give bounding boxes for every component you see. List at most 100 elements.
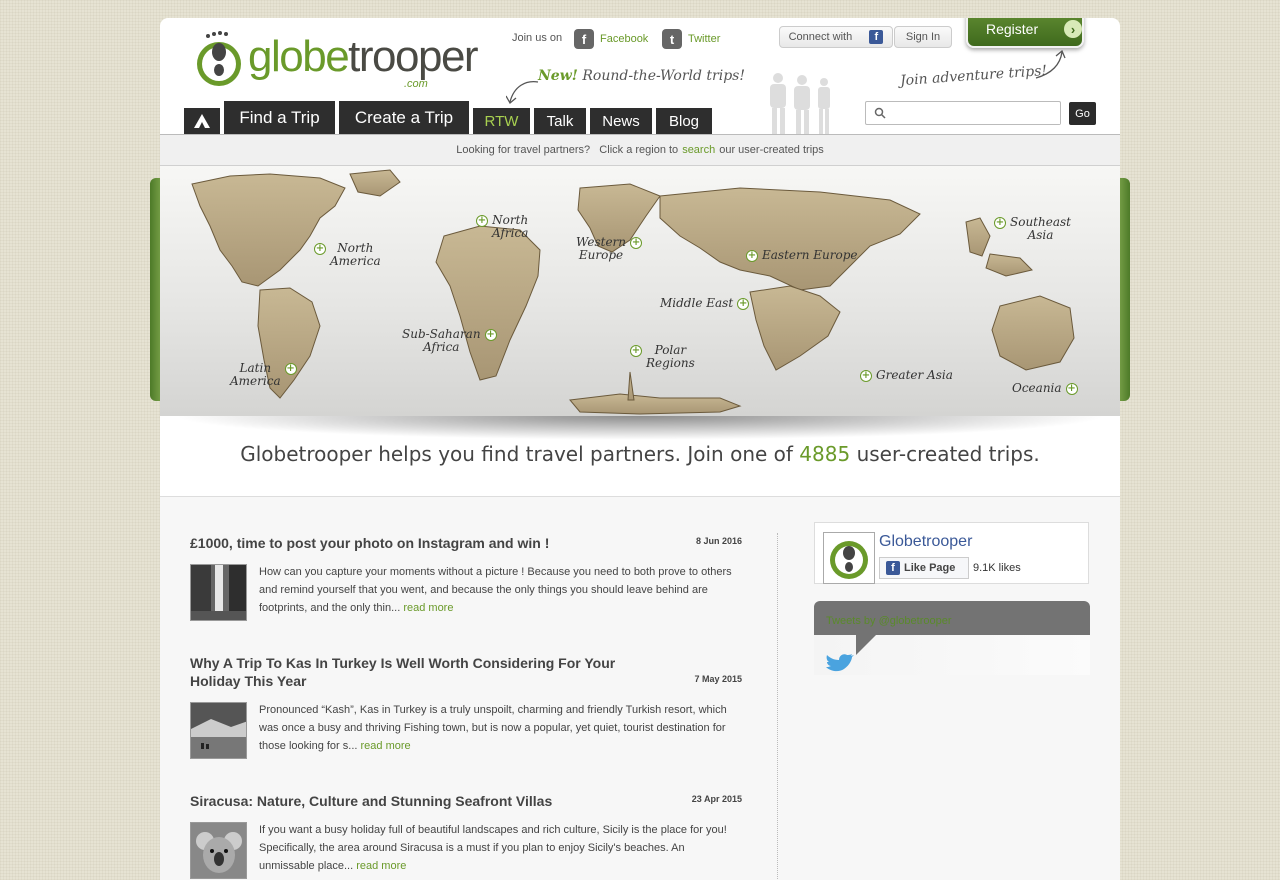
sign-in-button[interactable]: Sign In xyxy=(894,26,952,48)
register-button[interactable]: Register › xyxy=(966,18,1084,48)
hikers-silhouette-image xyxy=(770,73,830,134)
plus-icon: + xyxy=(746,250,758,262)
nav-tab-news[interactable]: News xyxy=(590,108,652,134)
article-thumbnail[interactable] xyxy=(190,702,247,759)
map-shadow xyxy=(172,416,1108,440)
twitter-bird-icon[interactable] xyxy=(824,653,854,675)
rtw-promo-note[interactable]: New! Round-the-World trips! xyxy=(538,68,745,84)
tweets-by-link[interactable]: Tweets by @globetrooper xyxy=(826,615,952,627)
map-region-greater-asia[interactable]: + Greater Asia xyxy=(860,369,953,382)
article-item: Siracusa: Nature, Culture and Stunning S… xyxy=(190,792,742,880)
trip-count: 4885 xyxy=(799,442,851,466)
article-date: 8 Jun 2016 xyxy=(695,536,742,546)
lake-photo xyxy=(191,703,246,758)
connect-label: Connect with xyxy=(788,31,853,43)
map-region-western-europe[interactable]: + Western Europe xyxy=(576,235,643,262)
region-line1: Sub-Saharan xyxy=(402,327,481,341)
nav-tab-create-a-trip[interactable]: Create a Trip xyxy=(339,101,469,134)
region-line2: Europe xyxy=(578,248,624,262)
waterfall-photo xyxy=(191,565,246,620)
region-line1: North xyxy=(492,213,529,227)
read-more-link[interactable]: read more xyxy=(403,602,453,614)
twitter-link[interactable]: t Twitter xyxy=(662,28,720,50)
tagline-suffix: user-created trips. xyxy=(856,442,1040,466)
facebook-icon: f xyxy=(574,29,594,49)
nav-tab-talk[interactable]: Talk xyxy=(534,108,586,134)
facebook-page-widget: Globetrooper f Like Page 9.1K likes xyxy=(814,522,1089,584)
article-excerpt: Pronounced “Kash”, Kas in Turkey is a tr… xyxy=(259,701,742,755)
curved-arrow-up-icon xyxy=(1035,50,1066,79)
search-box[interactable] xyxy=(865,101,1061,125)
article-date: 23 Apr 2015 xyxy=(691,794,742,804)
article-date: 7 May 2015 xyxy=(694,674,742,684)
map-region-latin-america[interactable]: + Latin America xyxy=(230,362,297,388)
plus-icon: + xyxy=(476,215,488,227)
nav-tab-find-a-trip[interactable]: Find a Trip xyxy=(224,101,335,134)
tagline-prefix: Globetrooper helps you find travel partn… xyxy=(240,442,793,466)
read-more-link[interactable]: read more xyxy=(361,740,411,752)
article-thumbnail[interactable] xyxy=(190,822,247,879)
facebook-link[interactable]: f Facebook xyxy=(574,28,648,50)
join-us-text: Join us on xyxy=(512,32,563,44)
plus-icon: + xyxy=(314,243,326,255)
twitter-widget-header: Tweets by @globetrooper xyxy=(814,601,1090,635)
search-icon xyxy=(874,107,886,119)
facebook-label: Facebook xyxy=(600,33,649,45)
article-excerpt: How can you capture your moments without… xyxy=(259,563,742,617)
region-line2: Africa xyxy=(492,226,529,240)
notice-search-link[interactable]: search xyxy=(682,144,715,156)
boot-print-logo-icon[interactable] xyxy=(196,30,242,90)
article-excerpt-text: Pronounced “Kash”, Kas in Turkey is a tr… xyxy=(259,704,727,752)
plus-icon: + xyxy=(737,298,750,310)
plus-icon: + xyxy=(1065,383,1078,395)
facebook-square-icon: f xyxy=(869,30,884,44)
region-line1: Greater Asia xyxy=(876,368,953,382)
region-line2: Asia xyxy=(1027,228,1054,242)
article-excerpt-text: How can you capture your moments without… xyxy=(259,566,732,614)
map-region-north-africa[interactable]: + North Africa xyxy=(476,214,528,240)
notice-suffix: our user-created trips xyxy=(719,144,824,156)
connect-facebook-button[interactable]: Connect with f xyxy=(779,26,893,48)
plus-icon: + xyxy=(860,370,872,382)
register-label: Register xyxy=(986,21,1039,37)
go-button[interactable]: Go xyxy=(1069,102,1096,125)
plus-icon: + xyxy=(630,345,642,357)
region-line1: Western xyxy=(576,235,627,249)
article-title[interactable]: Siracusa: Nature, Culture and Stunning S… xyxy=(190,792,660,810)
region-line2: America xyxy=(230,374,281,388)
curved-arrow-icon xyxy=(506,80,539,104)
article-thumbnail[interactable] xyxy=(190,564,247,621)
news-section: £1000, time to post your photo on Instag… xyxy=(160,496,1120,880)
map-region-southeast-asia[interactable]: + Southeast Asia xyxy=(994,216,1071,242)
facebook-like-button[interactable]: f Like Page xyxy=(879,557,969,579)
article-item: £1000, time to post your photo on Instag… xyxy=(190,534,742,634)
map-region-oceania[interactable]: + Oceania xyxy=(1012,382,1078,395)
region-line1: Middle East xyxy=(660,296,734,310)
map-region-eastern-europe[interactable]: + Eastern Europe xyxy=(746,249,858,262)
search-input[interactable] xyxy=(890,104,1060,124)
column-divider xyxy=(777,533,778,880)
region-line1: Southeast xyxy=(1010,215,1071,229)
like-label: Like Page xyxy=(904,562,956,574)
map-region-sub-saharan-africa[interactable]: + Sub-Saharan Africa xyxy=(402,328,497,354)
map-region-polar-regions[interactable]: + Polar Regions xyxy=(630,344,695,370)
map-region-north-america[interactable]: + North America xyxy=(314,242,381,268)
nav-tab-rtw[interactable]: RTW xyxy=(473,108,530,134)
logo-wordmark[interactable]: globetrooper xyxy=(248,32,479,82)
article-title[interactable]: Why A Trip To Kas In Turkey Is Well Wort… xyxy=(190,654,660,690)
article-item: Why A Trip To Kas In Turkey Is Well Wort… xyxy=(190,654,742,764)
speech-pointer xyxy=(856,635,876,655)
map-region-middle-east[interactable]: + Middle East xyxy=(660,296,750,310)
page-container: globetrooper .com Join us on f Facebook … xyxy=(160,18,1120,880)
read-more-link[interactable]: read more xyxy=(356,860,406,872)
article-title[interactable]: £1000, time to post your photo on Instag… xyxy=(190,534,660,552)
facebook-page-name[interactable]: Globetrooper xyxy=(879,533,972,551)
notice-bar: Looking for travel partners? Click a reg… xyxy=(160,134,1120,166)
article-excerpt-text: If you want a busy holiday full of beaut… xyxy=(259,824,727,872)
nav-home-button[interactable] xyxy=(184,108,220,134)
nav-tab-blog[interactable]: Blog xyxy=(656,108,712,134)
facebook-icon: f xyxy=(886,561,900,575)
globetrooper-logo-icon[interactable] xyxy=(823,532,875,584)
adventure-promo-note[interactable]: Join adventure trips! xyxy=(900,63,1048,89)
notice-prefix: Looking for travel partners? Click a reg… xyxy=(456,144,679,156)
